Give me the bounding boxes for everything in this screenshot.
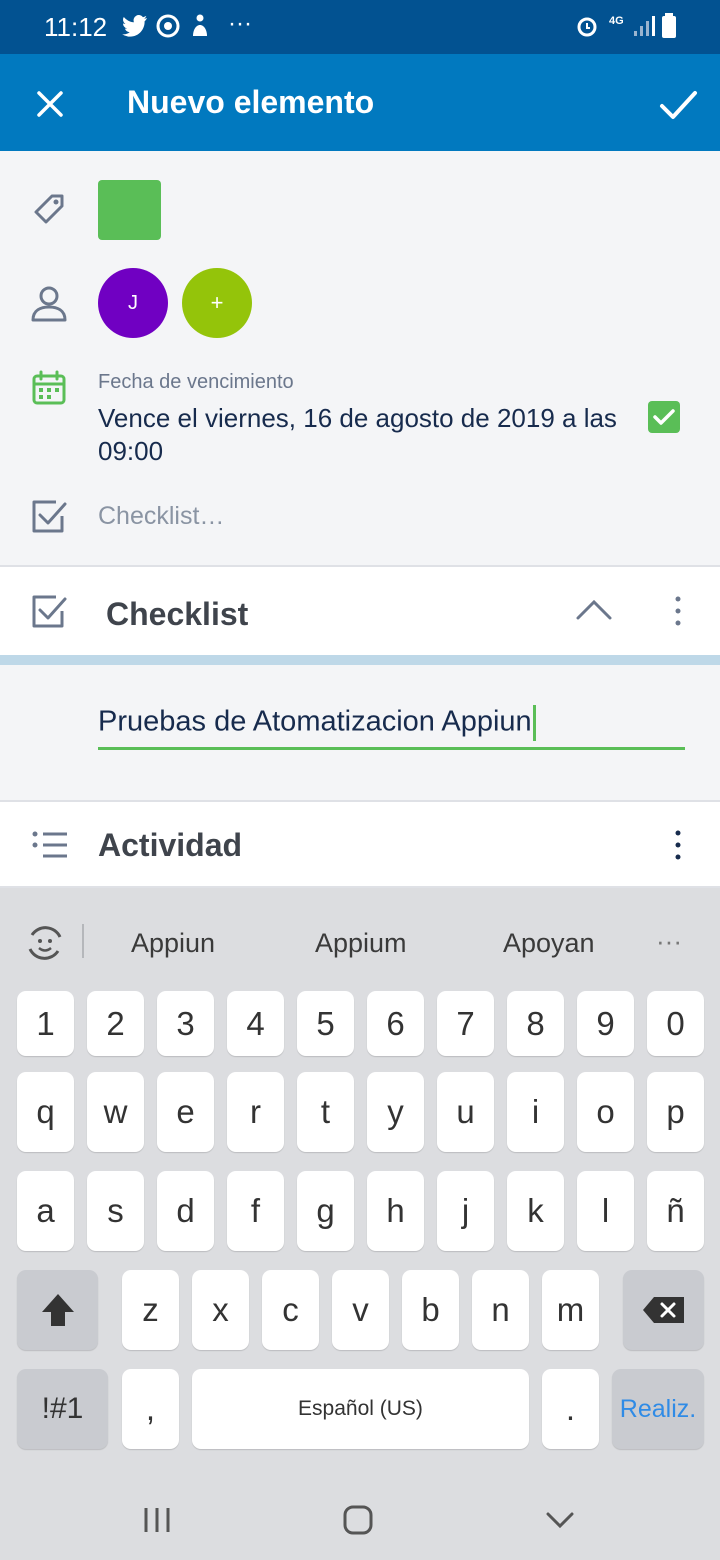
checklist-item-text: Pruebas de Atomatizacion Appiun <box>98 705 532 738</box>
checkmark-icon <box>653 409 675 425</box>
key-p[interactable]: p <box>647 1072 704 1152</box>
key-z[interactable]: z <box>122 1270 179 1350</box>
home-icon[interactable] <box>342 1504 374 1536</box>
checklist-progress-band <box>0 655 720 665</box>
status-time: 11:12 <box>44 12 108 42</box>
key-q[interactable]: q <box>17 1072 74 1152</box>
checklist-item-input[interactable]: Pruebas de Atomatizacion Appiun <box>98 705 685 750</box>
activity-title: Actividad <box>98 827 243 863</box>
suggestion-2[interactable]: Appium <box>315 928 407 959</box>
due-complete-checkbox[interactable] <box>648 401 680 433</box>
more-options-icon[interactable] <box>668 828 688 862</box>
symbols-key[interactable]: !#1 <box>17 1369 108 1449</box>
close-button[interactable] <box>30 84 70 124</box>
on-screen-keyboard: Appiun Appium Apoyan ··· 1 2 3 4 5 6 7 8… <box>0 888 720 1560</box>
key-5[interactable]: 5 <box>297 991 354 1056</box>
suggestion-1[interactable]: Appiun <box>131 928 215 959</box>
suggestion-separator <box>82 924 84 958</box>
checklist-icon <box>32 595 67 628</box>
signal-icon <box>634 16 655 36</box>
key-j[interactable]: j <box>437 1171 494 1251</box>
key-9[interactable]: 9 <box>577 991 634 1056</box>
confirm-button[interactable] <box>655 82 701 128</box>
more-options-icon[interactable] <box>668 594 688 628</box>
chevron-up-icon[interactable] <box>574 594 614 624</box>
done-key[interactable]: Realiz. <box>612 1369 704 1449</box>
space-key[interactable]: Español (US) <box>192 1369 529 1449</box>
back-icon[interactable] <box>544 1508 576 1532</box>
recent-apps-icon[interactable] <box>142 1506 172 1534</box>
key-2[interactable]: 2 <box>87 991 144 1056</box>
key-m[interactable]: m <box>542 1270 599 1350</box>
key-n[interactable]: n <box>472 1270 529 1350</box>
key-y[interactable]: y <box>367 1072 424 1152</box>
key-0[interactable]: 0 <box>647 991 704 1056</box>
label-swatch[interactable] <box>98 180 161 240</box>
label-tag-icon <box>34 194 64 224</box>
person-icon <box>31 286 67 322</box>
page-title: Nuevo elemento <box>127 84 375 120</box>
key-d[interactable]: d <box>157 1171 214 1251</box>
add-checklist-button[interactable]: Checklist… <box>98 502 224 531</box>
due-date-label: Fecha de vencimiento <box>98 371 294 393</box>
key-6[interactable]: 6 <box>367 991 424 1056</box>
checklist-title: Checklist <box>106 596 249 632</box>
key-e[interactable]: e <box>157 1072 214 1152</box>
sync-icon <box>156 14 180 38</box>
emoji-icon[interactable] <box>24 923 66 963</box>
key-a[interactable]: a <box>17 1171 74 1251</box>
key-4[interactable]: 4 <box>227 991 284 1056</box>
due-date-value[interactable]: Vence el viernes, 16 de agosto de 2019 a… <box>98 402 618 468</box>
key-s[interactable]: s <box>87 1171 144 1251</box>
key-i[interactable]: i <box>507 1072 564 1152</box>
key-w[interactable]: w <box>87 1072 144 1152</box>
key-k[interactable]: k <box>507 1171 564 1251</box>
checkmark-icon <box>660 91 697 119</box>
comma-key[interactable]: , <box>122 1369 179 1449</box>
shift-key[interactable] <box>17 1270 98 1350</box>
text-caret <box>532 705 536 741</box>
more-suggestions-icon[interactable]: ··· <box>656 926 682 957</box>
calendar-icon <box>32 370 66 405</box>
key-h[interactable]: h <box>367 1171 424 1251</box>
more-notifications-icon: ··· <box>228 10 252 37</box>
alarm-icon <box>577 17 597 37</box>
key-t[interactable]: t <box>297 1072 354 1152</box>
network-label: 4G <box>609 15 624 27</box>
close-icon <box>37 91 63 117</box>
key-3[interactable]: 3 <box>157 991 214 1056</box>
activity-list-icon <box>32 831 67 858</box>
system-nav-bar <box>0 1480 720 1560</box>
key-v[interactable]: v <box>332 1270 389 1350</box>
backspace-key[interactable] <box>623 1270 704 1350</box>
key-7[interactable]: 7 <box>437 991 494 1056</box>
add-member-button[interactable]: + <box>182 268 252 338</box>
key-x[interactable]: x <box>192 1270 249 1350</box>
key-o[interactable]: o <box>577 1072 634 1152</box>
key-b[interactable]: b <box>402 1270 459 1350</box>
checkbox-icon <box>32 500 67 533</box>
twitter-icon <box>122 15 147 37</box>
avatar[interactable]: J <box>98 268 168 338</box>
key-8[interactable]: 8 <box>507 991 564 1056</box>
key-r[interactable]: r <box>227 1072 284 1152</box>
accessibility-icon <box>193 14 207 36</box>
period-key[interactable]: . <box>542 1369 599 1449</box>
key-c[interactable]: c <box>262 1270 319 1350</box>
app-bar: Nuevo elemento <box>0 54 720 151</box>
key-1[interactable]: 1 <box>17 991 74 1056</box>
key-g[interactable]: g <box>297 1171 354 1251</box>
backspace-icon <box>642 1297 684 1323</box>
suggestion-3[interactable]: Apoyan <box>503 928 595 959</box>
key-l[interactable]: l <box>577 1171 634 1251</box>
battery-icon <box>662 13 676 38</box>
key-f[interactable]: f <box>227 1171 284 1251</box>
key-enye[interactable]: ñ <box>647 1171 704 1251</box>
key-u[interactable]: u <box>437 1072 494 1152</box>
status-bar: 11:12 ··· 4G <box>0 0 720 54</box>
shift-arrow-icon <box>41 1294 74 1326</box>
